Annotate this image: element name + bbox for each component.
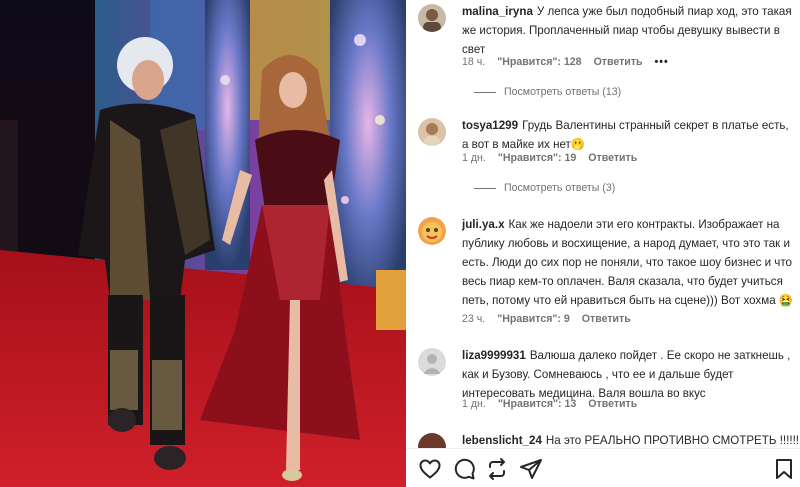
comment-likes[interactable]: "Нравится": 9 — [497, 313, 570, 325]
reply-button[interactable]: Ответить — [588, 152, 637, 164]
comment-username[interactable]: liza9999931 — [462, 349, 526, 362]
avatar[interactable] — [418, 4, 446, 32]
comment-item: juli.ya.x Как же надоели эти его контракт… — [418, 215, 794, 333]
bookmark-icon[interactable] — [772, 457, 796, 481]
comment-username[interactable]: malina_iryna — [462, 5, 533, 18]
comment-time: 1 дн. — [462, 398, 486, 410]
comment-body: malina_iryna У лепса уже был подобный пиа… — [462, 2, 794, 59]
post-action-bar — [406, 448, 800, 487]
reply-button[interactable]: Ответить — [588, 398, 637, 410]
comment-meta: 1 дн. "Нравится": 19 Ответить — [462, 152, 637, 164]
comment-username[interactable]: juli.ya.x — [462, 218, 505, 231]
comment-item: liza9999931 Валюша далеко пойдет . Ее ско… — [418, 346, 794, 418]
comment-text: Как же надоели эти его контракты. Изобра… — [462, 218, 794, 307]
divider-line — [474, 91, 496, 93]
avatar[interactable] — [418, 348, 446, 376]
avatar[interactable] — [418, 217, 446, 245]
view-replies-label: Посмотреть ответы (13) — [504, 86, 622, 98]
divider-line — [474, 187, 496, 189]
view-replies-label: Посмотреть ответы (3) — [504, 182, 616, 194]
comment-meta: 1 дн. "Нравится": 13 Ответить — [462, 398, 637, 410]
comment-time: 1 дн. — [462, 152, 486, 164]
heart-icon[interactable] — [418, 457, 442, 481]
comment-time: 23 ч. — [462, 313, 486, 325]
red-carpet-photo — [0, 0, 406, 487]
view-replies-button[interactable]: Посмотреть ответы (13) — [474, 86, 621, 98]
comment-time: 18 ч. — [462, 56, 486, 68]
reply-button[interactable]: Ответить — [594, 56, 643, 68]
more-options-icon[interactable]: ••• — [655, 56, 669, 68]
comment-meta: 23 ч. "Нравится": 9 Ответить — [462, 313, 631, 325]
comment-likes[interactable]: "Нравится": 19 — [498, 152, 576, 164]
comment-item: tosya1299 Грудь Валентины странный секрет… — [418, 116, 794, 198]
comment-body: juli.ya.x Как же надоели эти его контракт… — [462, 215, 794, 310]
comment-username[interactable]: tosya1299 — [462, 119, 518, 132]
comment-likes[interactable]: "Нравится": 128 — [497, 56, 581, 68]
comment-icon[interactable] — [452, 457, 476, 481]
comment-item: malina_iryna У лепса уже был подобный пиа… — [418, 2, 794, 100]
post-photo[interactable] — [0, 0, 406, 487]
comment-body: liza9999931 Валюша далеко пойдет . Ее ско… — [462, 346, 794, 403]
comment-body: tosya1299 Грудь Валентины странный секрет… — [462, 116, 794, 154]
send-icon[interactable] — [519, 457, 543, 481]
comments-panel[interactable]: malina_iryna У лепса уже был подобный пиа… — [406, 0, 800, 487]
reply-button[interactable]: Ответить — [582, 313, 631, 325]
comment-likes[interactable]: "Нравится": 13 — [498, 398, 576, 410]
avatar[interactable] — [418, 118, 446, 146]
comment-meta: 18 ч. "Нравится": 128 Ответить ••• — [462, 56, 669, 68]
repost-icon[interactable] — [485, 457, 509, 481]
view-replies-button[interactable]: Посмотреть ответы (3) — [474, 182, 615, 194]
comment-text: На это РЕАЛЬНО ПРОТИВНО СМОТРЕТЬ !!!!!!!… — [545, 434, 800, 447]
comment-username[interactable]: lebenslicht_24 — [462, 434, 542, 447]
